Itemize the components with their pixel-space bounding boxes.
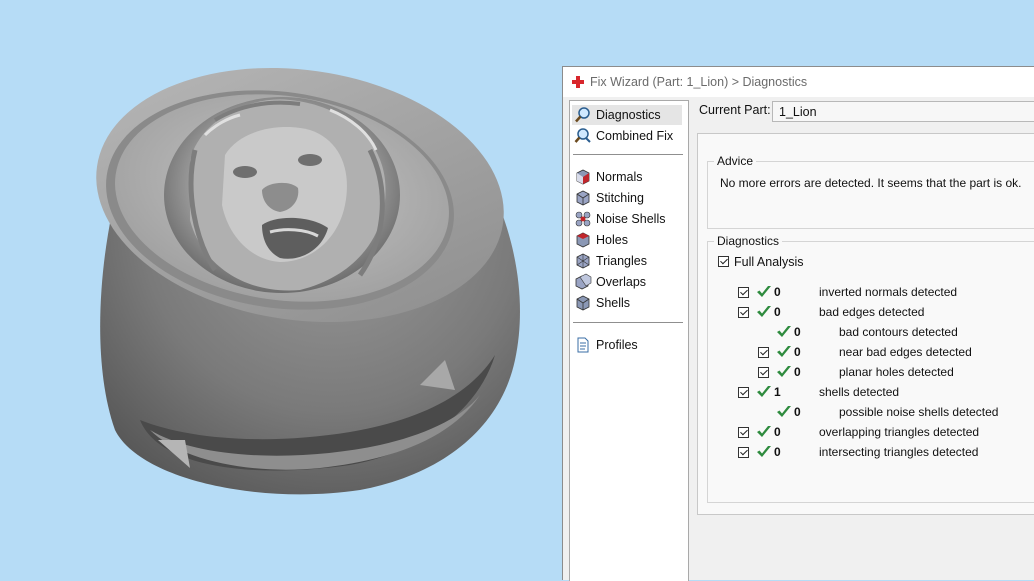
nav-label: Overlaps	[596, 275, 647, 289]
nav-item-triangles[interactable]: Triangles	[574, 251, 647, 271]
nav-item-stitching[interactable]: Stitching	[574, 188, 644, 208]
ok-check-icon	[777, 346, 791, 357]
magnifier-icon	[574, 106, 592, 124]
ok-check-icon	[757, 426, 771, 437]
3d-viewport[interactable]	[0, 0, 562, 579]
row-count: 0	[774, 285, 781, 299]
row-label: planar holes detected	[839, 365, 954, 379]
row-label: bad contours detected	[839, 325, 958, 339]
noise-shells-icon	[574, 210, 592, 228]
full-analysis-label: Full Analysis	[734, 255, 804, 269]
row-checkbox[interactable]	[758, 367, 769, 378]
holes-cube-icon	[574, 231, 592, 249]
nav-divider	[573, 322, 683, 323]
row-count: 0	[794, 365, 801, 379]
diagnostics-panel: Advice No more errors are detected. It s…	[697, 133, 1034, 515]
diagnostics-title: Diagnostics	[714, 234, 783, 248]
ok-check-icon	[777, 406, 791, 417]
current-part-label: Current Part:	[699, 103, 771, 117]
title-bar[interactable]: Fix Wizard (Part: 1_Lion) > Diagnostics	[563, 67, 1034, 97]
row-count: 0	[774, 305, 781, 319]
normals-cube-icon	[574, 168, 592, 186]
current-part-field[interactable]: 1_Lion	[772, 101, 1034, 122]
nav-item-normals[interactable]: Normals	[574, 167, 643, 187]
nav-divider	[573, 154, 683, 155]
nav-item-profiles[interactable]: Profiles	[574, 335, 638, 355]
row-checkbox[interactable]	[758, 347, 769, 358]
wand-icon	[574, 127, 592, 145]
window-title: Fix Wizard (Part: 1_Lion) > Diagnostics	[590, 75, 808, 89]
nav-label: Holes	[596, 233, 628, 247]
ok-check-icon	[757, 446, 771, 457]
advice-group: Advice No more errors are detected. It s…	[707, 154, 1034, 229]
ok-check-icon	[777, 326, 791, 337]
row-count: 1	[774, 385, 781, 399]
row-label: shells detected	[819, 385, 900, 399]
nav-item-combined-fix[interactable]: Combined Fix	[574, 126, 673, 146]
row-label: possible noise shells detected	[839, 405, 999, 419]
row-count: 0	[774, 425, 781, 439]
row-checkbox[interactable]	[738, 387, 749, 398]
row-label: bad edges detected	[819, 305, 925, 319]
row-checkbox[interactable]	[738, 287, 749, 298]
advice-title: Advice	[714, 154, 757, 168]
row-count: 0	[794, 325, 801, 339]
row-label: near bad edges detected	[839, 345, 972, 359]
document-icon	[574, 336, 592, 354]
nav-label: Combined Fix	[596, 129, 674, 143]
nav-item-noise-shells[interactable]: Noise Shells	[574, 209, 665, 229]
red-cross-icon	[572, 76, 584, 88]
nav-label: Shells	[596, 296, 631, 310]
nav-label: Normals	[596, 170, 643, 184]
fix-wizard-window: Fix Wizard (Part: 1_Lion) > Diagnostics …	[562, 66, 1034, 581]
row-label: overlapping triangles detected	[819, 425, 980, 439]
ok-check-icon	[777, 366, 791, 377]
nav-item-holes[interactable]: Holes	[574, 230, 628, 250]
row-count: 0	[794, 405, 801, 419]
nav-label: Stitching	[596, 191, 644, 205]
ok-check-icon	[757, 306, 771, 317]
nav-item-overlaps[interactable]: Overlaps	[574, 272, 646, 292]
nav-label: Profiles	[596, 338, 638, 352]
row-label: intersecting triangles detected	[819, 445, 979, 459]
row-label: inverted normals detected	[819, 285, 958, 299]
lion-ring-model	[96, 67, 520, 495]
overlaps-cube-icon	[574, 273, 592, 291]
nav-label: Triangles	[596, 254, 647, 268]
nav-label: Diagnostics	[596, 108, 661, 122]
nav-item-diagnostics[interactable]: Diagnostics	[572, 105, 682, 125]
row-count: 0	[794, 345, 801, 359]
stitching-cube-icon	[574, 189, 592, 207]
row-count: 0	[774, 445, 781, 459]
full-analysis-checkbox[interactable]	[718, 256, 729, 267]
triangles-cube-icon	[574, 252, 592, 270]
nav-label: Noise Shells	[596, 212, 666, 226]
nav-item-shells[interactable]: Shells	[574, 293, 630, 313]
row-checkbox[interactable]	[738, 447, 749, 458]
ok-check-icon	[757, 386, 771, 397]
wizard-nav: Diagnostics Combined Fix Normals Stitchi…	[569, 100, 689, 581]
advice-text: No more errors are detected. It seems th…	[720, 176, 1022, 190]
diagnostics-group: Diagnostics Full Analysis 0 inverted norm…	[707, 234, 1034, 503]
ok-check-icon	[757, 286, 771, 297]
shells-cube-icon	[574, 294, 592, 312]
row-checkbox[interactable]	[738, 427, 749, 438]
row-checkbox[interactable]	[738, 307, 749, 318]
